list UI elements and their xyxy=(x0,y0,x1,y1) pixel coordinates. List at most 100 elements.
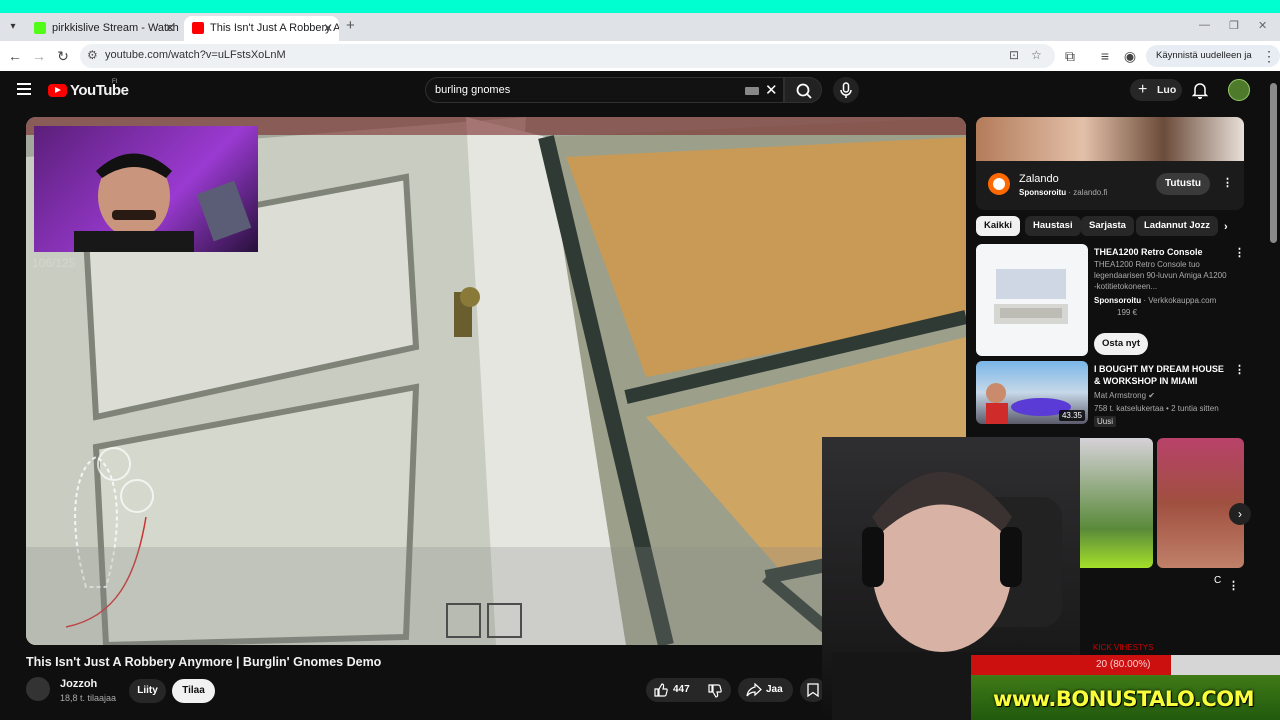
channel-name[interactable]: Mat Armstrong ✔ xyxy=(1094,390,1229,401)
youtube-play-icon xyxy=(48,84,67,97)
short-more-icon[interactable]: ⋮ xyxy=(1228,579,1239,592)
thumbs-up-icon xyxy=(654,683,668,697)
sponsor-banner: www.BONUSTALO.COM xyxy=(971,675,1280,720)
url-text: youtube.com/watch?v=uLFstsXoLnM xyxy=(105,49,286,61)
maximize-icon[interactable]: ❐ xyxy=(1229,19,1239,32)
thumbs-down-icon[interactable] xyxy=(708,684,722,698)
chip-uploaded-by[interactable]: Ladannut Jozz xyxy=(1136,216,1218,236)
account-avatar[interactable] xyxy=(1228,79,1250,101)
video-title: This Isn't Just A Robbery Anymore | Burg… xyxy=(26,655,382,669)
more-actions-icon[interactable]: ⋮ xyxy=(1234,363,1245,376)
price: 199 € xyxy=(1117,308,1138,317)
sponsor-banner-text: www.BONUSTALO.COM xyxy=(993,687,1255,711)
site-info-icon[interactable]: ⚙ xyxy=(87,48,98,62)
filter-chips: Kaikki Haustasi Sarjasta Ladannut Jozz xyxy=(976,214,1244,238)
short-thumbnail[interactable] xyxy=(1157,438,1244,568)
back-icon[interactable]: ← xyxy=(6,47,24,65)
ad-info: Zalando Sponsoroitu · zalando.fi Tutustu… xyxy=(976,161,1244,210)
goal-label: KICK VIHESTYS xyxy=(1093,643,1154,652)
tab-search-icon[interactable]: ▾ xyxy=(5,19,21,35)
ad-cta-button[interactable]: Tutustu xyxy=(1156,173,1210,195)
youtube-logo[interactable]: YouTube FI xyxy=(48,79,129,99)
menu-icon[interactable] xyxy=(17,83,31,95)
chip-series[interactable]: Sarjasta xyxy=(1081,216,1134,236)
notifications-bell-icon[interactable] xyxy=(1192,81,1208,99)
ad-sponsored-line: Sponsoroitu · zalando.fi xyxy=(1019,188,1108,197)
ad-advertiser[interactable]: Zalando xyxy=(1019,173,1059,185)
share-button[interactable]: Jaa xyxy=(738,678,793,702)
video-meta: 758 t. katselukertaa • 2 tuntia sitten xyxy=(1094,404,1219,413)
navigation-bar: ← → ↻ ⚙ youtube.com/watch?v=uLFstsXoLnM … xyxy=(0,41,1280,83)
buy-now-button[interactable]: Osta nyt xyxy=(1094,333,1148,355)
close-tab-icon[interactable]: ✕ xyxy=(165,16,175,41)
ad-banner-image[interactable] xyxy=(976,117,1244,161)
join-button[interactable]: Liity xyxy=(129,679,166,703)
chip-for-you[interactable]: Haustasi xyxy=(1025,216,1081,236)
verified-icon: ✔ xyxy=(1148,391,1155,400)
extensions-icon[interactable]: ⧉ xyxy=(1061,47,1079,65)
zalando-logo-icon[interactable] xyxy=(988,173,1010,195)
streamer-webcam-1 xyxy=(34,126,258,256)
tab-pirkkislive[interactable]: pirkkislive Stream - Watch Live ✕ xyxy=(26,16,181,41)
search-button[interactable] xyxy=(784,77,822,103)
sponsored-label: Sponsoroitu xyxy=(1094,296,1142,305)
like-count: 447 xyxy=(673,684,690,695)
item-counter: 106/125 xyxy=(32,256,76,270)
video-title[interactable]: THEA1200 Retro Console xyxy=(1094,246,1229,258)
chip-all[interactable]: Kaikki xyxy=(976,216,1020,236)
address-bar[interactable]: ⚙ youtube.com/watch?v=uLFstsXoLnM ⊡ ☆ xyxy=(80,44,1055,68)
inventory-slot xyxy=(487,603,522,638)
subscribe-button[interactable]: Tilaa xyxy=(172,679,215,703)
shorts-next-button[interactable]: › xyxy=(1229,503,1251,525)
search-icon xyxy=(796,83,812,99)
share-icon xyxy=(746,683,762,697)
console-product-image xyxy=(994,269,1068,324)
forward-icon[interactable]: → xyxy=(30,47,48,65)
page-scrollbar[interactable] xyxy=(1270,83,1277,243)
profile-icon[interactable]: ◉ xyxy=(1121,47,1139,65)
close-window-icon[interactable]: ✕ xyxy=(1258,19,1267,32)
microphone-icon xyxy=(840,82,852,98)
logo-text: YouTube xyxy=(70,82,129,99)
plus-icon: + xyxy=(1138,81,1148,98)
new-tab-icon[interactable]: + xyxy=(346,17,355,34)
ad-description: THEA1200 Retro Console tuo legendaarisen… xyxy=(1094,260,1227,291)
ad-domain: zalando.fi xyxy=(1073,188,1108,197)
new-badge: Uusi xyxy=(1094,416,1117,427)
seller-name: Verkkokauppa.com xyxy=(1148,296,1217,305)
search-query: burling gnomes xyxy=(435,84,511,96)
minimize-icon[interactable]: — xyxy=(1199,19,1210,31)
browser-menu-icon[interactable]: ⋮ xyxy=(1260,47,1278,65)
channel-name[interactable]: Jozzoh xyxy=(60,678,97,690)
list-item[interactable]: THEA1200 Retro Console THEA1200 Retro Co… xyxy=(976,244,1246,359)
share-label: Jaa xyxy=(766,684,783,695)
video-title[interactable]: I BOUGHT MY DREAM HOUSE & WORKSHOP IN MI… xyxy=(1094,363,1229,387)
media-control-icon[interactable]: ≡ xyxy=(1096,47,1114,65)
channel-avatar[interactable] xyxy=(26,677,50,701)
stream-top-strip xyxy=(0,0,1280,13)
tab-youtube-video[interactable]: This Isn't Just A Robbery Anymo ✕ xyxy=(184,16,339,41)
webcam-person-1 xyxy=(74,153,252,256)
video-thumbnail[interactable] xyxy=(976,244,1088,356)
search-input[interactable]: burling gnomes ✕ xyxy=(425,77,784,103)
install-app-icon[interactable]: ⊡ xyxy=(1009,48,1019,62)
reload-icon[interactable]: ↻ xyxy=(54,47,72,65)
bookmark-star-icon[interactable]: ☆ xyxy=(1031,48,1042,62)
tab-bar: ▾ pirkkislive Stream - Watch Live ✕ This… xyxy=(0,13,1280,41)
video-thumbnail[interactable]: 43.35 xyxy=(976,361,1088,424)
channel-name-text: Mat Armstrong xyxy=(1094,391,1147,400)
ad-more-icon[interactable]: ⋮ xyxy=(1222,176,1233,189)
tab-title: pirkkislive Stream - Watch Live xyxy=(52,22,181,34)
list-item[interactable]: 43.35 I BOUGHT MY DREAM HOUSE & WORKSHOP… xyxy=(976,361,1246,427)
chips-next-icon[interactable]: › xyxy=(1224,221,1228,233)
create-button[interactable]: + Luo xyxy=(1130,79,1182,101)
more-actions-icon[interactable]: ⋮ xyxy=(1234,246,1245,259)
short-title[interactable]: C xyxy=(1214,575,1221,586)
keyboard-icon[interactable] xyxy=(745,87,759,95)
youtube-favicon-icon xyxy=(192,22,204,34)
clear-search-icon[interactable]: ✕ xyxy=(765,81,778,99)
save-playlist-icon xyxy=(807,683,819,697)
close-tab-icon[interactable]: ✕ xyxy=(323,16,333,41)
like-button[interactable]: 447 xyxy=(646,678,731,702)
voice-search-button[interactable] xyxy=(833,77,859,103)
